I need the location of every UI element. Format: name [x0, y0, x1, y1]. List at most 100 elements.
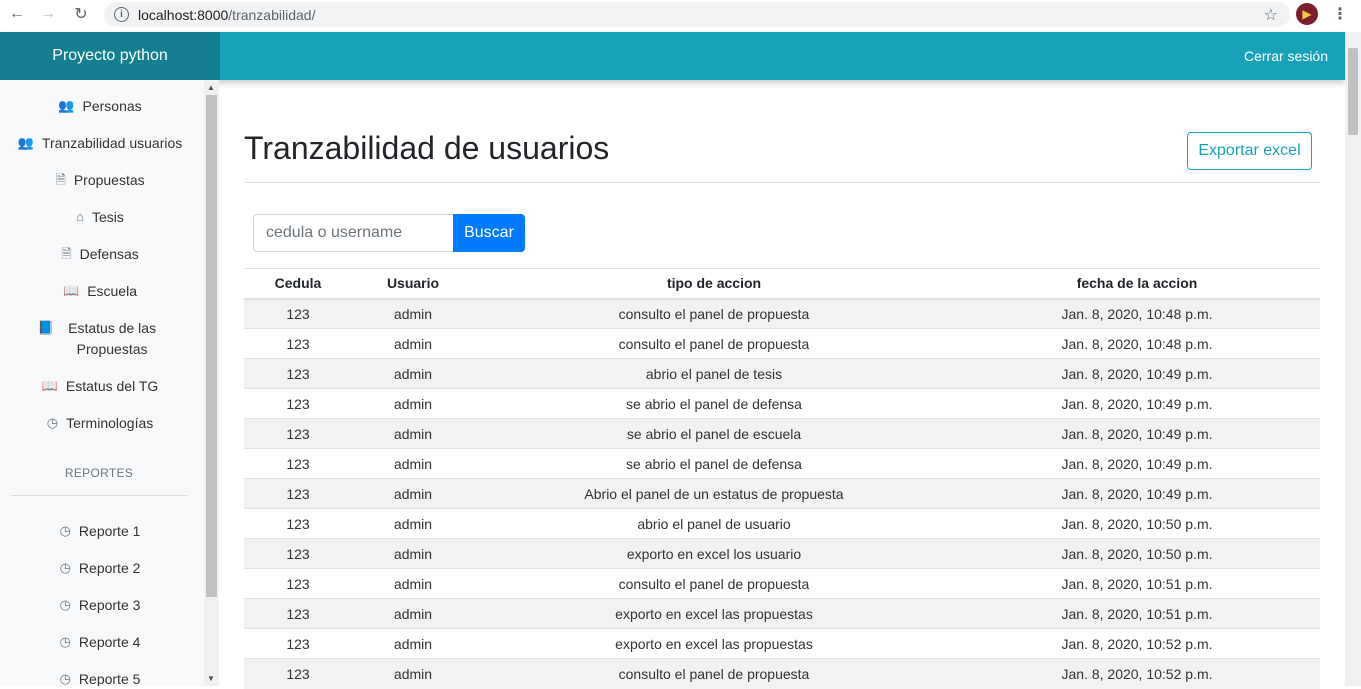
sidebar-item-tesis[interactable]: ⌂ Tesis — [0, 207, 200, 228]
table-cell: exporto en excel los usuario — [474, 538, 954, 569]
reports-heading: REPORTES — [64, 466, 134, 480]
sidebar-item-reporte-2[interactable]: ◷ Reporte 2 — [0, 558, 200, 579]
table-cell: Jan. 8, 2020, 10:49 p.m. — [954, 418, 1320, 449]
table-cell: exporto en excel las propuestas — [474, 628, 954, 659]
browser-menu-icon[interactable]: ⋮ — [1332, 4, 1348, 24]
table-cell: admin — [352, 328, 474, 359]
table-cell: admin — [352, 418, 474, 449]
sidebar-item-label: Reporte 1 — [78, 523, 141, 539]
table-cell: admin — [352, 658, 474, 689]
page-scrollbar[interactable] — [1345, 32, 1361, 686]
table-cell: se abrio el panel de defensa — [474, 388, 954, 419]
clock-icon: ◷ — [59, 671, 71, 686]
table-cell: admin — [352, 508, 474, 539]
clock-icon: ◷ — [59, 634, 71, 649]
table-cell: admin — [352, 568, 474, 599]
table-cell: Jan. 8, 2020, 10:49 p.m. — [954, 388, 1320, 419]
sidebar-item-escuela[interactable]: 📖 Escuela — [0, 281, 200, 302]
url-host: localhost:8000 — [138, 6, 229, 23]
table-cell: Jan. 8, 2020, 10:49 p.m. — [954, 448, 1320, 479]
sidebar-item-reporte-5[interactable]: ◷ Reporte 5 — [0, 669, 200, 686]
search-button[interactable]: Buscar — [453, 214, 525, 252]
sidebar-scroll-thumb[interactable] — [206, 95, 217, 597]
bookmark-star-icon[interactable]: ☆ — [1264, 5, 1278, 25]
file-icon: 🗎 — [61, 246, 72, 261]
table-cell: 123 — [244, 448, 352, 479]
table-cell: se abrio el panel de defensa — [474, 448, 954, 479]
sidebar-item-label: Reporte 4 — [78, 634, 141, 650]
reload-icon[interactable]: ↻ — [70, 3, 92, 25]
table-cell: 123 — [244, 418, 352, 449]
sidebar-item-personas[interactable]: 👥 Personas — [0, 96, 200, 117]
url-path: /tranzabilidad/ — [228, 6, 316, 23]
brand[interactable]: Proyecto python — [0, 32, 220, 80]
table-cell: Jan. 8, 2020, 10:51 p.m. — [954, 568, 1320, 599]
table-row: 123 admin exporto en excel las propuestas J… — [244, 598, 1320, 629]
sidebar-scrollbar[interactable]: ▲ ▼ — [204, 80, 219, 686]
sidebar-item-reporte-4[interactable]: ◷ Reporte 4 — [0, 632, 200, 653]
export-excel-button[interactable]: Exportar excel — [1187, 132, 1312, 170]
table-cell: consulto el panel de propuesta — [474, 328, 954, 359]
column-header: Cedula — [244, 268, 352, 300]
profile-avatar[interactable]: ▶ — [1296, 3, 1318, 25]
table-cell: Jan. 8, 2020, 10:48 p.m. — [954, 298, 1320, 329]
table-cell: admin — [352, 298, 474, 329]
sidebar-item-label: Escuela — [87, 283, 137, 299]
sidebar-item-label: Terminologías — [66, 415, 154, 431]
sidebar-divider — [11, 495, 187, 496]
back-arrow-icon[interactable]: ← — [6, 3, 28, 25]
table-cell: admin — [352, 598, 474, 629]
sidebar-item-estatus-tg[interactable]: 📖 Estatus del TG — [0, 376, 200, 397]
table-cell: admin — [352, 388, 474, 419]
activity-table: Cedula Usuario tipo de accion fecha de l… — [244, 268, 1320, 689]
table-cell: Jan. 8, 2020, 10:49 p.m. — [954, 358, 1320, 389]
table-cell: admin — [352, 628, 474, 659]
address-bar[interactable]: i localhost:8000/tranzabilidad/ ☆ — [104, 2, 1290, 27]
search-input[interactable]: cedula o username — [253, 214, 454, 252]
users-icon: 👥 — [58, 98, 75, 113]
info-icon[interactable]: i — [114, 7, 129, 22]
clock-icon: ◷ — [59, 523, 71, 538]
sidebar-item-propuestas[interactable]: 🗎 Propuestas — [0, 170, 200, 191]
home-icon: ⌂ — [76, 209, 84, 224]
app-navbar: Proyecto python Cerrar sesión — [0, 32, 1345, 80]
table-cell: 123 — [244, 388, 352, 419]
browser-toolbar: ← → ↻ i localhost:8000/tranzabilidad/ ☆ … — [0, 0, 1361, 32]
sidebar-item-label: Tranzabilidad usuarios — [41, 135, 183, 151]
sidebar-item-reporte-1[interactable]: ◷ Reporte 1 — [0, 521, 200, 542]
table-cell: Jan. 8, 2020, 10:48 p.m. — [954, 328, 1320, 359]
column-header: fecha de la accion — [954, 268, 1320, 300]
sidebar-item-label: Tesis — [91, 209, 124, 225]
table-cell: Abrio el panel de un estatus de propuest… — [474, 478, 954, 509]
table-cell: admin — [352, 538, 474, 569]
forward-arrow-icon[interactable]: → — [37, 3, 59, 25]
table-cell: 123 — [244, 508, 352, 539]
sidebar-item-defensas[interactable]: 🗎 Defensas — [0, 244, 200, 265]
column-header: tipo de accion — [474, 268, 954, 300]
users-icon: 👥 — [17, 135, 34, 150]
scroll-down-icon[interactable]: ▼ — [207, 674, 215, 683]
clock-icon: ◷ — [59, 597, 71, 612]
sidebar-item-terminologias[interactable]: ◷ Terminologías — [0, 413, 200, 434]
table-cell: 123 — [244, 478, 352, 509]
sidebar-item-tranzabilidad[interactable]: 👥 Tranzabilidad usuarios — [0, 133, 200, 154]
sidebar-item-estatus-propuestas[interactable]: 📘 Estatus de las Propuestas — [0, 318, 200, 360]
sidebar-item-label: Reporte 5 — [78, 671, 141, 686]
table-row: 123 admin se abrio el panel de defensa Jan.… — [244, 448, 1320, 479]
scroll-up-icon[interactable]: ▲ — [207, 83, 215, 92]
table-cell: Jan. 8, 2020, 10:50 p.m. — [954, 508, 1320, 539]
table-cell: 123 — [244, 598, 352, 629]
file-icon: 🗎 — [55, 172, 66, 187]
table-cell: abrio el panel de tesis — [474, 358, 954, 389]
logout-link[interactable]: Cerrar sesión — [1244, 32, 1328, 80]
table-cell: 123 — [244, 298, 352, 329]
sidebar-item-label: Reporte 2 — [78, 560, 141, 576]
page-scroll-thumb[interactable] — [1348, 48, 1358, 135]
sidebar-item-label: Defensas — [79, 246, 139, 262]
table-row: 123 admin consulto el panel de propuesta Ja… — [244, 658, 1320, 689]
table-cell: Jan. 8, 2020, 10:51 p.m. — [954, 598, 1320, 629]
table-row: 123 admin exporto en excel las propuestas J… — [244, 628, 1320, 659]
sidebar-item-reporte-3[interactable]: ◷ Reporte 3 — [0, 595, 200, 616]
table-row: 123 admin abrio el panel de tesis Jan. 8, 2… — [244, 358, 1320, 389]
sidebar: 👥 Personas 👥 Tranzabilidad usuarios 🗎 Pr… — [0, 80, 204, 686]
